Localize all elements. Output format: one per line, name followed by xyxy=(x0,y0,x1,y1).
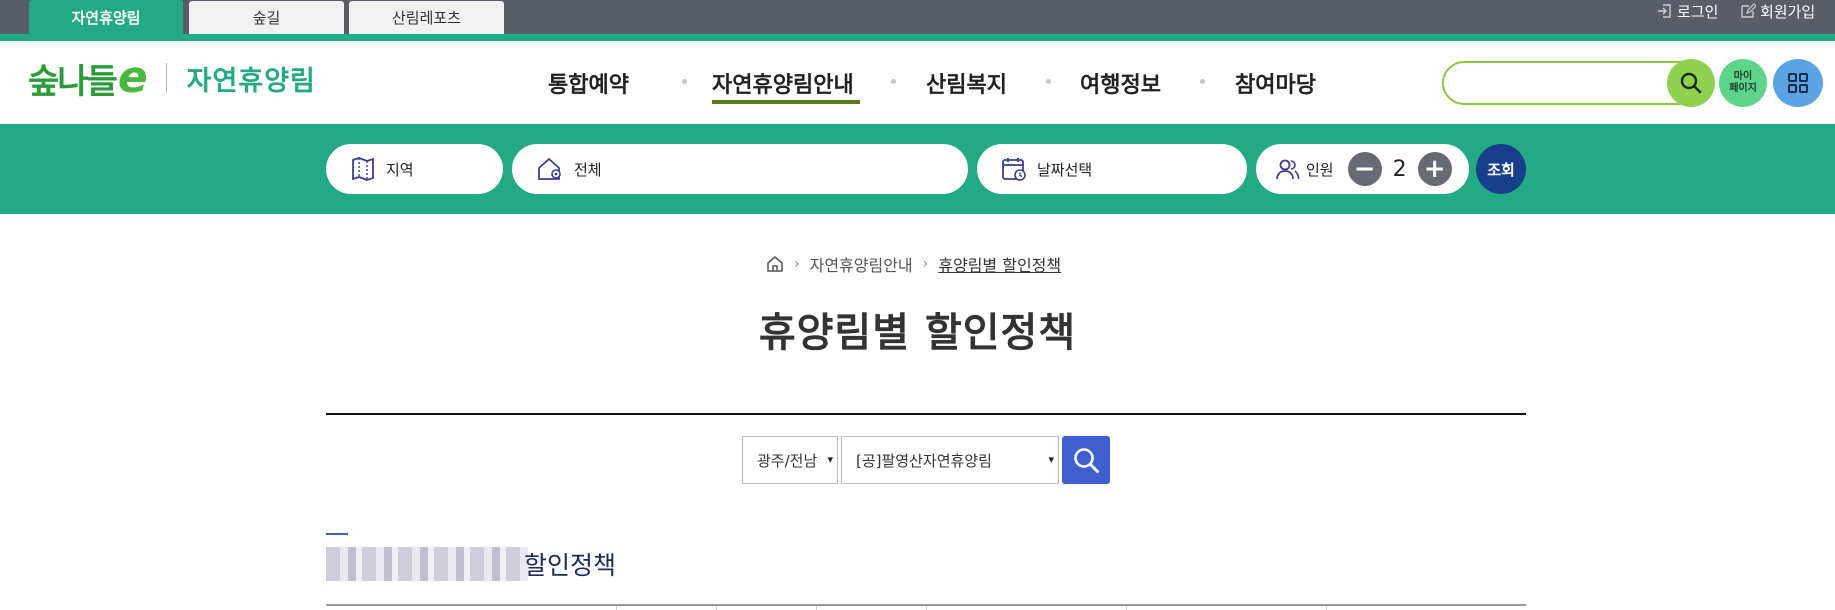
search-icon xyxy=(1680,72,1702,94)
reservation-query-button[interactable]: 조회 xyxy=(1476,144,1526,194)
gnb-item-travel[interactable]: 여행정보 xyxy=(1080,67,1161,99)
top-site-bar: 자연휴양림 숲길 산림레포츠 로그인 회원가입 xyxy=(0,0,1835,34)
mypage-label-2: 페이지 xyxy=(1729,83,1757,94)
people-increase-button[interactable]: + xyxy=(1417,152,1452,186)
home-icon[interactable] xyxy=(766,255,784,273)
gnb-item-reservation[interactable]: 통합예약 xyxy=(548,67,629,99)
signup-link[interactable]: 회원가입 xyxy=(1740,0,1815,22)
edit-icon xyxy=(1741,3,1756,18)
breadcrumb-level1[interactable]: 자연휴양림안내 xyxy=(810,252,913,276)
forest-filter-value: [공]팔영산자연휴양림 xyxy=(856,451,992,470)
gnb-separator xyxy=(1046,79,1051,84)
filter-search-button[interactable] xyxy=(1062,436,1110,484)
region-filter-select[interactable]: 광주/전남 ▾ xyxy=(742,436,838,484)
calendar-icon xyxy=(1002,158,1026,181)
logo-divider xyxy=(165,63,167,93)
gnb-item-forest-info[interactable]: 자연휴양림안내 xyxy=(712,67,854,99)
all-menu-button[interactable] xyxy=(1773,59,1823,107)
forest-filter-select[interactable]: [공]팔영산자연휴양림 ▾ xyxy=(841,436,1059,484)
people-counter: 인원 − 2 + xyxy=(1256,144,1469,194)
discount-table-header xyxy=(326,604,1526,610)
login-icon xyxy=(1658,4,1671,18)
table-column-divider xyxy=(716,606,717,610)
facility-label: 전체 xyxy=(574,160,602,179)
gnb-item-community[interactable]: 참여마당 xyxy=(1235,67,1316,99)
login-label: 로그인 xyxy=(1677,2,1719,21)
gnb-separator xyxy=(1200,79,1205,84)
table-column-divider xyxy=(1326,606,1327,610)
home-location-icon xyxy=(538,157,561,180)
region-label: 지역 xyxy=(386,160,414,179)
gnb-active-underline xyxy=(712,100,860,104)
page-title: 휴양림별 할인정책 xyxy=(758,310,1077,356)
table-column-divider xyxy=(816,606,817,610)
chevron-down-icon: ▾ xyxy=(1048,453,1054,466)
site-search-button[interactable] xyxy=(1667,59,1715,107)
logo-e: e xyxy=(117,52,148,103)
section-accent-mark xyxy=(326,533,348,535)
people-icon xyxy=(1276,159,1300,180)
table-column-divider xyxy=(1126,606,1127,610)
site-tab-leports[interactable]: 산림레포츠 xyxy=(349,1,504,34)
site-search-input[interactable] xyxy=(1442,61,1687,105)
site-tab-forest[interactable]: 자연휴양림 xyxy=(29,0,183,34)
people-label: 인원 xyxy=(1306,160,1334,179)
mypage-button[interactable]: 마이 페이지 xyxy=(1719,59,1767,107)
gnb-item-welfare[interactable]: 산림복지 xyxy=(926,67,1007,99)
chevron-down-icon: ▾ xyxy=(827,453,833,466)
mypage-label-1: 마이 xyxy=(1733,71,1753,82)
people-decrease-button[interactable]: − xyxy=(1347,152,1382,186)
site-logo[interactable]: 숲나들 e 자연휴양림 xyxy=(28,53,316,103)
login-link[interactable]: 로그인 xyxy=(1657,0,1718,22)
table-column-divider xyxy=(616,606,617,610)
signup-label: 회원가입 xyxy=(1760,2,1816,21)
facility-select[interactable]: 전체 xyxy=(512,144,968,194)
logo-subtitle: 자연휴양림 xyxy=(186,65,316,97)
title-divider xyxy=(326,413,1526,415)
search-icon xyxy=(1074,448,1099,473)
grid-icon xyxy=(1788,73,1808,93)
breadcrumb-chevron-icon: › xyxy=(794,256,800,272)
gnb-separator xyxy=(891,79,896,84)
breadcrumb-chevron-icon: › xyxy=(922,256,929,272)
date-label: 날짜선택 xyxy=(1037,160,1093,179)
region-select[interactable]: 지역 xyxy=(326,144,503,194)
date-select[interactable]: 날짜선택 xyxy=(977,144,1247,194)
map-icon xyxy=(352,157,374,181)
header: 숲나들 e 자연휴양림 통합예약 자연휴양림안내 산림복지 여행정보 참여마당 … xyxy=(0,41,1835,124)
people-count: 2 xyxy=(1392,156,1407,182)
section-title: 할인정책 xyxy=(524,551,617,580)
site-tab-trail[interactable]: 숲길 xyxy=(189,1,344,34)
logo-mark: 숲나들 xyxy=(28,61,118,102)
top-accent-line xyxy=(0,34,1835,41)
table-column-divider xyxy=(926,606,927,610)
breadcrumb: › 자연휴양림안내 › 휴양림별 할인정책 xyxy=(766,252,1061,276)
quick-reservation-bar: 지역 전체 날짜선택 인원 − 2 + 조회 xyxy=(0,124,1835,214)
region-filter-value: 광주/전남 xyxy=(757,451,818,470)
breadcrumb-current[interactable]: 휴양림별 할인정책 xyxy=(938,252,1061,276)
gnb-separator xyxy=(682,79,687,84)
redacted-forest-name xyxy=(326,547,528,581)
